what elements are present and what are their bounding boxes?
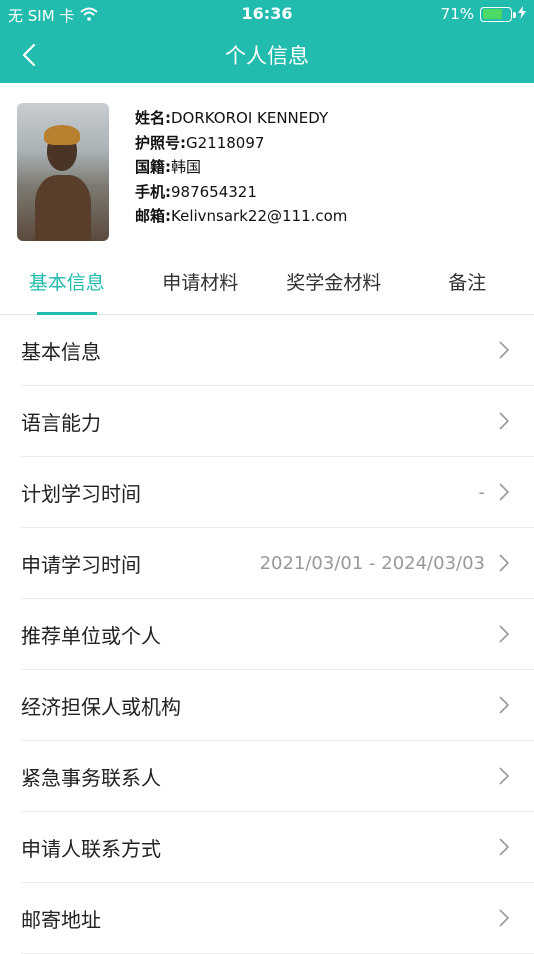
name-label: 姓名: (135, 106, 171, 131)
chevron-right-icon (498, 695, 510, 715)
phone-label: 手机: (135, 180, 171, 205)
name-row: 姓名: DORKOROI KENNEDY (135, 106, 347, 131)
chevron-right-icon (498, 482, 510, 502)
tab-label: 申请材料 (162, 268, 238, 314)
passport-value: G2118097 (186, 131, 264, 156)
list-item-financial-guarantor[interactable]: 经济担保人或机构 (21, 670, 534, 741)
email-label: 邮箱: (135, 204, 171, 229)
list-item-emergency-contact[interactable]: 紧急事务联系人 (21, 741, 534, 812)
battery-icon (480, 7, 512, 22)
header: 无 SIM 卡 16:36 71% 个人信 (0, 0, 534, 83)
nationality-value: 韩国 (171, 155, 201, 180)
chevron-right-icon (498, 340, 510, 360)
tab-label: 基本信息 (29, 268, 105, 314)
chevron-right-icon (498, 624, 510, 644)
email-row: 邮箱: Kelivnsark22@111.com (135, 204, 347, 229)
nationality-label: 国籍: (135, 155, 171, 180)
chevron-right-icon (498, 553, 510, 573)
chevron-right-icon (498, 837, 510, 857)
tab-scholarship-materials[interactable]: 奖学金材料 (267, 243, 401, 314)
tab-application-materials[interactable]: 申请材料 (134, 243, 268, 314)
chevron-right-icon (498, 766, 510, 786)
list-item-language-ability[interactable]: 语言能力 (21, 386, 534, 457)
email-value: Kelivnsark22@111.com (171, 204, 347, 229)
list-item-value: 2021/03/01 - 2024/03/03 (260, 553, 485, 574)
charging-icon (518, 5, 526, 23)
phone-row: 手机: 987654321 (135, 180, 347, 205)
list-item-label: 推荐单位或个人 (21, 620, 161, 649)
passport-label: 护照号: (135, 131, 186, 156)
list-item-applicant-contact[interactable]: 申请人联系方式 (21, 812, 534, 883)
chevron-right-icon (498, 908, 510, 928)
phone-value: 987654321 (171, 180, 257, 205)
chevron-right-icon (498, 411, 510, 431)
list-item-recommender[interactable]: 推荐单位或个人 (21, 599, 534, 670)
name-value: DORKOROI KENNEDY (171, 106, 328, 131)
list-item-basic-info[interactable]: 基本信息 (21, 315, 534, 386)
list-item-label: 申请学习时间 (21, 549, 141, 578)
list-item-label: 邮寄地址 (21, 904, 101, 933)
nationality-row: 国籍: 韩国 (135, 155, 347, 180)
tab-notes[interactable]: 备注 (401, 243, 534, 314)
list-item-label: 计划学习时间 (21, 478, 141, 507)
tab-label: 奖学金材料 (286, 268, 381, 314)
tab-label: 备注 (448, 268, 486, 314)
list-item-label: 基本信息 (21, 336, 101, 365)
profile-info: 姓名: DORKOROI KENNEDY 护照号: G2118097 国籍: 韩… (135, 106, 347, 229)
list-item-label: 经济担保人或机构 (21, 691, 181, 720)
list-item-value: - (479, 482, 486, 503)
list-item-label: 申请人联系方式 (21, 833, 161, 862)
list-item-label: 语言能力 (21, 407, 101, 436)
profile-card: 姓名: DORKOROI KENNEDY 护照号: G2118097 国籍: 韩… (0, 83, 534, 243)
list-item-label: 紧急事务联系人 (21, 762, 161, 791)
battery-percent: 71% (441, 5, 474, 23)
page-title: 个人信息 (0, 40, 534, 70)
nav-bar: 个人信息 (0, 28, 534, 83)
tab-basic-info[interactable]: 基本信息 (0, 243, 134, 314)
tab-bar: 基本信息 申请材料 奖学金材料 备注 (0, 243, 534, 315)
list-item-mailing-address[interactable]: 邮寄地址 (21, 883, 534, 954)
battery-fill (483, 9, 502, 19)
status-right: 71% (441, 5, 526, 23)
passport-row: 护照号: G2118097 (135, 131, 347, 156)
list-item-applied-study-time[interactable]: 申请学习时间 2021/03/01 - 2024/03/03 (21, 528, 534, 599)
list-item-planned-study-time[interactable]: 计划学习时间 - (21, 457, 534, 528)
status-bar: 无 SIM 卡 16:36 71% (0, 0, 534, 28)
info-list: 基本信息 语言能力 计划学习时间 - 申请学习时间 2021/03/01 - 2… (0, 315, 534, 954)
avatar (17, 103, 109, 241)
